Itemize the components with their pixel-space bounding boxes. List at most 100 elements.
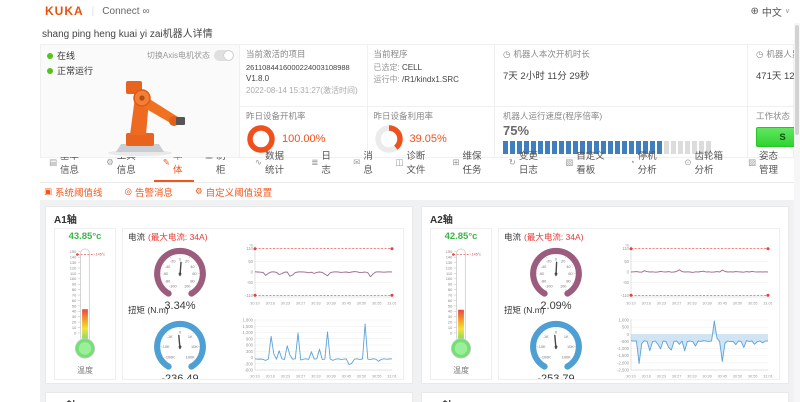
connect-link[interactable]: Connect ∞ — [102, 6, 149, 17]
program-selected: CELL — [402, 63, 422, 72]
svg-text:30:16: 30:16 — [641, 302, 651, 306]
svg-text:30:16: 30:16 — [641, 375, 651, 379]
axis-title: A3轴 — [54, 397, 404, 402]
tab-13[interactable]: ▨姿态管理 — [739, 145, 794, 182]
tab-icon: ⊞ — [452, 157, 459, 168]
svg-text:145°c: 145°c — [96, 253, 106, 257]
uptime-value: 7天 2小时 11分 29秒 — [503, 68, 739, 82]
axis-panel-a1: A1轴 43.85°c 1501401301201101009080706050… — [45, 206, 413, 384]
torque-gauge: 01K10K100K-100K-10K-1K — [519, 316, 593, 374]
svg-text:30:50: 30:50 — [733, 302, 743, 306]
svg-text:0: 0 — [251, 355, 254, 360]
axis-charts: 电流(最大电流: 34A) 020406080100-100-80-60-40-… — [122, 228, 404, 380]
torque-row: 扭矩 (N.m) 01K10K100K-100K-10K-1K -253.79 … — [504, 304, 774, 377]
svg-text:80: 80 — [72, 287, 77, 292]
tab-label: 维保任务 — [463, 148, 489, 176]
svg-text:31:01: 31:01 — [763, 302, 773, 306]
svg-text:50: 50 — [448, 303, 453, 308]
svg-text:100: 100 — [446, 276, 453, 281]
globe-icon: ⊕ — [750, 6, 758, 17]
subtab-icon: ▣ — [44, 186, 52, 197]
svg-text:-2,000: -2,000 — [617, 360, 630, 365]
subtab-bar: ▣系统阈值线 ◎告警消息 ⚙自定义阈值设置 — [40, 183, 794, 200]
svg-text:20: 20 — [185, 260, 189, 264]
svg-text:10K: 10K — [191, 345, 198, 349]
tab-7[interactable]: ◫诊断文件 — [386, 145, 441, 182]
torque-gauge: 01K10K100K-100K-10K-1K — [143, 316, 217, 374]
svg-text:20: 20 — [72, 319, 77, 324]
svg-text:1,200: 1,200 — [243, 330, 254, 335]
svg-text:30:55: 30:55 — [748, 302, 758, 306]
current-gauge: 020406080100-100-80-60-40-20 — [519, 243, 593, 301]
svg-text:31:01: 31:01 — [387, 375, 397, 379]
temperature-widget: 43.85°c 15014013012011010090807060504030… — [54, 228, 116, 380]
tab-bar: ▤基本信息⚙工具信息✎本体▦控制柜∿数据统计≣日志✉消息◫诊断文件⊞维保任务↻变… — [40, 163, 794, 183]
speed-value: 75% — [503, 123, 739, 138]
tab-label: 齿轮箱分析 — [694, 148, 727, 176]
svg-text:-80: -80 — [541, 279, 547, 283]
svg-text:100: 100 — [560, 285, 566, 289]
util-rate-value: 39.05% — [410, 133, 447, 145]
svg-text:100K: 100K — [186, 355, 195, 359]
svg-text:30: 30 — [448, 314, 453, 319]
tab-label: 日志 — [321, 148, 333, 176]
axis-title: A1轴 — [54, 211, 404, 226]
subtab-0[interactable]: ▣系统阈值线 — [44, 185, 103, 199]
tab-label: 姿态管理 — [759, 148, 785, 176]
svg-text:30:33: 30:33 — [687, 375, 697, 379]
tab-icon: ✉ — [353, 157, 360, 168]
tab-6[interactable]: ✉消息 — [344, 145, 384, 182]
svg-text:30:39: 30:39 — [326, 375, 336, 379]
svg-text:60: 60 — [192, 272, 196, 276]
uptime-cell: ◷机器人本次开机时长 7天 2小时 11分 29秒 — [495, 45, 748, 106]
svg-text:-40: -40 — [541, 265, 547, 269]
svg-text:30:55: 30:55 — [372, 302, 382, 306]
tab-4[interactable]: ∿数据统计 — [246, 145, 300, 182]
subtab-icon: ◎ — [125, 186, 132, 197]
svg-text:0: 0 — [179, 331, 181, 335]
svg-text:110: 110 — [70, 271, 77, 276]
svg-text:1K: 1K — [188, 335, 193, 339]
clock-icon: ◷ — [503, 49, 510, 60]
svg-text:-100: -100 — [545, 285, 553, 289]
svg-text:30:50: 30:50 — [733, 375, 743, 379]
connect-label: Connect — [102, 6, 139, 17]
svg-text:-40: -40 — [165, 265, 171, 269]
tab-8[interactable]: ⊞ 维保任务 — [443, 145, 497, 182]
program-running: /R1/kindx1.SRC — [402, 75, 459, 84]
temperature-value: 42.85°c — [431, 231, 491, 242]
svg-text:-500: -500 — [621, 339, 630, 344]
svg-text:30:33: 30:33 — [311, 375, 321, 379]
svg-text:30:55: 30:55 — [372, 375, 382, 379]
subtab-1[interactable]: ◎告警消息 — [125, 185, 173, 199]
svg-text:30:50: 30:50 — [357, 375, 367, 379]
subtab-2[interactable]: ⚙自定义阈值设置 — [195, 185, 272, 199]
scrollbar[interactable] — [794, 23, 800, 402]
svg-text:30:23: 30:23 — [657, 375, 667, 379]
tab-9[interactable]: ↻变更日志 — [500, 145, 554, 182]
scrollbar-thumb[interactable] — [795, 25, 799, 135]
svg-text:100K: 100K — [562, 355, 571, 359]
svg-text:500: 500 — [622, 325, 630, 330]
svg-text:30:16: 30:16 — [265, 375, 275, 379]
tab-10[interactable]: ▧自定义看板 — [556, 145, 618, 182]
svg-text:31:01: 31:01 — [763, 375, 773, 379]
svg-text:-10K: -10K — [161, 345, 170, 349]
svg-text:80: 80 — [190, 279, 194, 283]
svg-text:140: 140 — [446, 255, 453, 260]
svg-text:30:45: 30:45 — [718, 302, 728, 306]
tab-11[interactable]: ◔停机分析 — [620, 145, 673, 182]
svg-text:-1K: -1K — [167, 335, 173, 339]
svg-text:1K: 1K — [564, 335, 569, 339]
tab-12[interactable]: ⊙齿轮箱分析 — [675, 145, 737, 182]
torque-chart: 1,8001,5001,2009006003000-300-60030:1030… — [232, 316, 397, 380]
svg-text:30:27: 30:27 — [296, 302, 306, 306]
axis-toggle[interactable] — [214, 50, 234, 61]
svg-text:-1,000: -1,000 — [617, 346, 630, 351]
power-rate-value: 100.00% — [282, 133, 325, 145]
svg-text:70: 70 — [448, 292, 453, 297]
kuka-logo: KUKA — [45, 4, 84, 18]
language-selector[interactable]: ⊕ 中文 ∨ — [750, 4, 790, 19]
tab-5[interactable]: ≣日志 — [302, 145, 342, 182]
active-project-title: 当前激活的项目 — [246, 48, 361, 60]
